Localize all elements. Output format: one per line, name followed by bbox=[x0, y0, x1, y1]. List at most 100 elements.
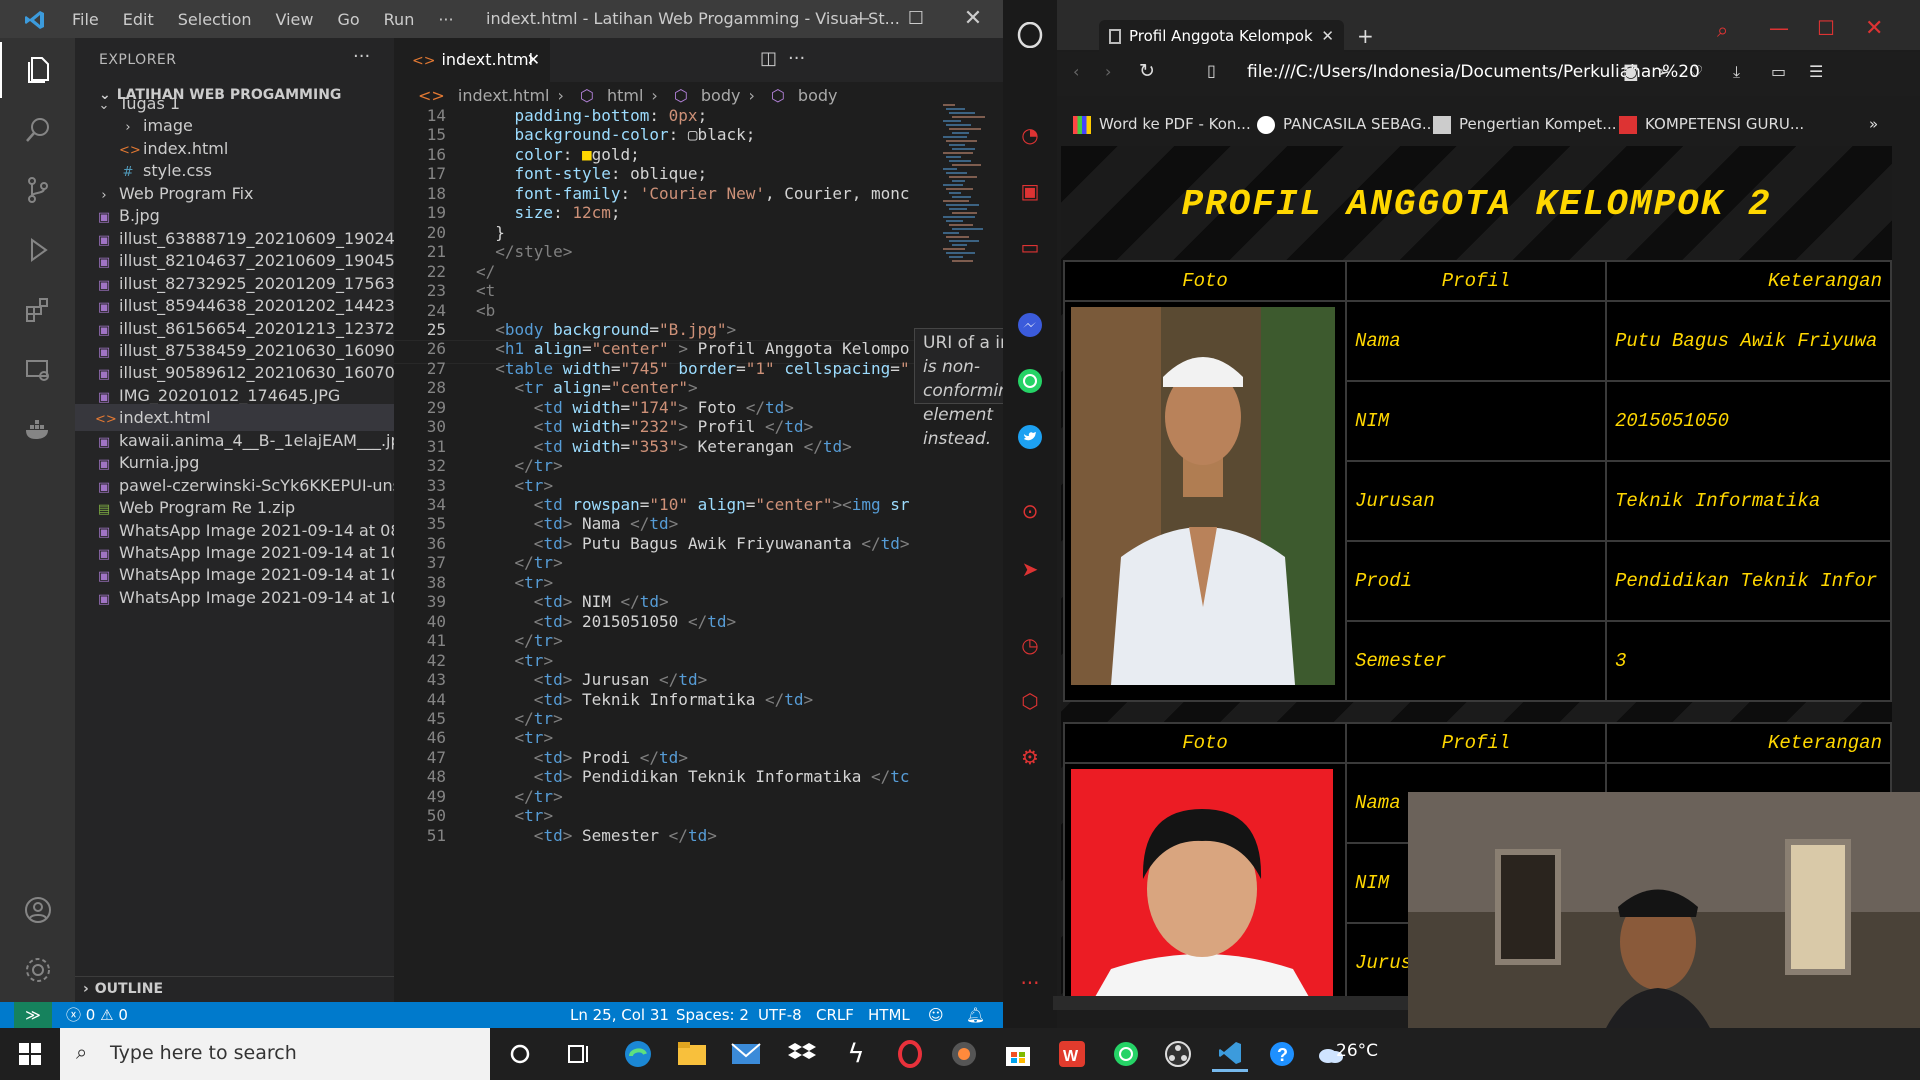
help-icon[interactable]: ? bbox=[1264, 1036, 1300, 1072]
code-editor[interactable]: 14 padding-bottom: 0px; 15 background-col… bbox=[394, 104, 989, 1002]
breadcrumb-item[interactable]: ⬡ body › bbox=[674, 86, 763, 105]
vscode-taskbar-icon[interactable] bbox=[1212, 1036, 1248, 1072]
more-actions-icon[interactable]: ··· bbox=[353, 46, 370, 67]
problems-indicator[interactable]: ⓧ 0 ⚠ 0 bbox=[66, 1002, 128, 1028]
cortana-icon[interactable] bbox=[502, 1036, 538, 1072]
history-icon[interactable]: ◷ bbox=[1013, 628, 1047, 662]
speed-dial-icon[interactable]: ◔ bbox=[1013, 118, 1047, 152]
browser-close-icon[interactable]: ✕ bbox=[1865, 16, 1883, 41]
media-app-icon[interactable] bbox=[946, 1036, 982, 1072]
extensions-icon[interactable] bbox=[0, 282, 75, 338]
weather-temperature[interactable]: 26°C bbox=[1336, 1041, 1378, 1061]
encoding[interactable]: UTF-8 bbox=[758, 1002, 802, 1028]
editor-scrollbar[interactable] bbox=[989, 82, 1003, 1002]
breadcrumb-label: body bbox=[700, 86, 741, 105]
remote-indicator-icon[interactable]: ≫ bbox=[14, 1002, 52, 1028]
indentation[interactable]: Spaces: 2 bbox=[676, 1002, 749, 1028]
run-debug-icon[interactable] bbox=[0, 222, 75, 278]
send-page-icon[interactable]: ➢ bbox=[1657, 62, 1670, 81]
twitch-icon[interactable]: ▭ bbox=[1013, 230, 1047, 264]
search-tabs-icon[interactable]: ⌕ bbox=[1717, 18, 1728, 42]
breadcrumb-item[interactable]: <> indext.html › bbox=[418, 86, 572, 105]
windows-start-icon[interactable] bbox=[0, 1028, 60, 1080]
bookmark-item[interactable]: KOMPETENSI GURU... bbox=[1619, 110, 1804, 138]
microsoft-store-icon[interactable] bbox=[1000, 1036, 1036, 1072]
battery-icon[interactable]: ▭ bbox=[1771, 62, 1786, 81]
notifications-bell-icon[interactable]: 🔔︎ bbox=[966, 1002, 985, 1028]
whatsapp-icon[interactable] bbox=[1013, 364, 1047, 398]
opera-taskbar-icon[interactable] bbox=[892, 1036, 928, 1072]
menu-file[interactable]: File bbox=[60, 0, 111, 38]
minimap-line bbox=[949, 112, 975, 114]
docker-icon[interactable] bbox=[0, 402, 75, 458]
minimap[interactable] bbox=[939, 104, 987, 284]
messenger-icon[interactable] bbox=[1013, 308, 1047, 342]
wps-office-icon[interactable]: W bbox=[1054, 1036, 1090, 1072]
player-icon[interactable]: ⊙ bbox=[1013, 494, 1047, 528]
reload-icon[interactable]: ↻ bbox=[1139, 60, 1155, 82]
tab-close-icon[interactable]: ✕ bbox=[1321, 20, 1334, 52]
end-of-line[interactable]: CRLF bbox=[816, 1002, 854, 1028]
sidebar-more-icon[interactable]: ··· bbox=[1013, 966, 1047, 1000]
vscode-insiders-icon[interactable]: ϟ bbox=[838, 1036, 874, 1072]
close-icon[interactable]: ✕ bbox=[950, 0, 996, 38]
file-explorer-icon[interactable] bbox=[674, 1036, 710, 1072]
camera-icon[interactable]: ◙ bbox=[1623, 62, 1639, 81]
forward-icon[interactable]: › bbox=[1105, 62, 1111, 81]
editor-more-icon[interactable]: ··· bbox=[788, 48, 805, 69]
shopping-bag-icon[interactable]: ▣ bbox=[1013, 174, 1047, 208]
menu-view[interactable]: View bbox=[264, 0, 326, 38]
feedback-icon[interactable]: ☺ bbox=[928, 1002, 944, 1028]
bookmark-item[interactable]: PANCASILA SEBAG... bbox=[1257, 110, 1436, 138]
new-tab-icon[interactable]: + bbox=[1357, 24, 1374, 48]
source-control-icon[interactable] bbox=[0, 162, 75, 218]
menu-selection[interactable]: Selection bbox=[166, 0, 264, 38]
explorer-icon[interactable] bbox=[0, 42, 75, 98]
browser-tab[interactable]: Profil Anggota Kelompok ✕ bbox=[1099, 20, 1344, 52]
profile-label: NIM bbox=[1345, 380, 1607, 462]
split-editor-icon[interactable]: ◫ bbox=[760, 48, 777, 69]
dropbox-icon[interactable] bbox=[784, 1036, 820, 1072]
breadcrumb-item[interactable]: ⬡ html › bbox=[580, 86, 666, 105]
settings-icon[interactable]: ⚙ bbox=[1013, 740, 1047, 774]
outline-section-header[interactable]: › OUTLINE bbox=[75, 976, 394, 1000]
browser-maximize-icon[interactable]: ☐ bbox=[1817, 16, 1835, 40]
easy-setup-icon[interactable]: ☰ bbox=[1809, 62, 1823, 81]
bookmark-item[interactable]: Pengertian Kompet... bbox=[1433, 110, 1617, 138]
taskbar-search-box[interactable]: ⌕ Type here to search bbox=[60, 1028, 490, 1080]
settings-gear-icon[interactable] bbox=[0, 942, 75, 998]
breadcrumb-item[interactable]: ⬡ body bbox=[771, 86, 846, 105]
tab-indext-html[interactable]: <> indext.html ✕ bbox=[394, 38, 550, 82]
opera-logo-icon[interactable] bbox=[1013, 18, 1047, 52]
mail-icon[interactable] bbox=[728, 1036, 764, 1072]
obs-icon[interactable] bbox=[1160, 1036, 1196, 1072]
task-view-icon[interactable] bbox=[562, 1036, 598, 1072]
remote-explorer-icon[interactable] bbox=[0, 342, 75, 398]
tab-close-icon[interactable]: ✕ bbox=[527, 38, 540, 82]
maximize-icon[interactable]: ☐ bbox=[893, 0, 939, 38]
whatsapp-taskbar-icon[interactable] bbox=[1108, 1036, 1144, 1072]
language-mode[interactable]: HTML bbox=[868, 1002, 910, 1028]
bookmark-heart-icon[interactable]: ♡ bbox=[1689, 62, 1703, 81]
extensions-cube-icon[interactable]: ⬡ bbox=[1013, 684, 1047, 718]
menu-go[interactable]: Go bbox=[325, 0, 371, 38]
bookmarks-overflow-icon[interactable]: » bbox=[1869, 110, 1878, 138]
accounts-icon[interactable] bbox=[0, 882, 75, 938]
search-icon[interactable] bbox=[0, 102, 75, 158]
edge-icon[interactable] bbox=[620, 1036, 656, 1072]
minimap-line bbox=[946, 108, 965, 110]
tree-item[interactable]: ▣ WhatsApp Image 2021-09-14 at 10.0... bbox=[75, 584, 394, 611]
cursor-position[interactable]: Ln 25, Col 31 bbox=[570, 1002, 669, 1028]
menu-more[interactable]: ··· bbox=[426, 0, 465, 38]
back-icon[interactable]: ‹ bbox=[1073, 62, 1079, 81]
minimize-icon[interactable]: — bbox=[838, 0, 884, 38]
download-icon[interactable]: ⤓ bbox=[1733, 62, 1740, 82]
code-line[interactable]: 51 <td> Semester </td> bbox=[394, 824, 954, 848]
menu-edit[interactable]: Edit bbox=[111, 0, 166, 38]
send-icon[interactable]: ➤ bbox=[1013, 552, 1047, 586]
menu-run[interactable]: Run bbox=[372, 0, 427, 38]
header-profil: Profil bbox=[1345, 260, 1607, 302]
bookmark-item[interactable]: Word ke PDF - Kon... bbox=[1073, 110, 1251, 138]
browser-minimize-icon[interactable]: — bbox=[1769, 16, 1789, 40]
twitter-icon[interactable] bbox=[1013, 420, 1047, 454]
